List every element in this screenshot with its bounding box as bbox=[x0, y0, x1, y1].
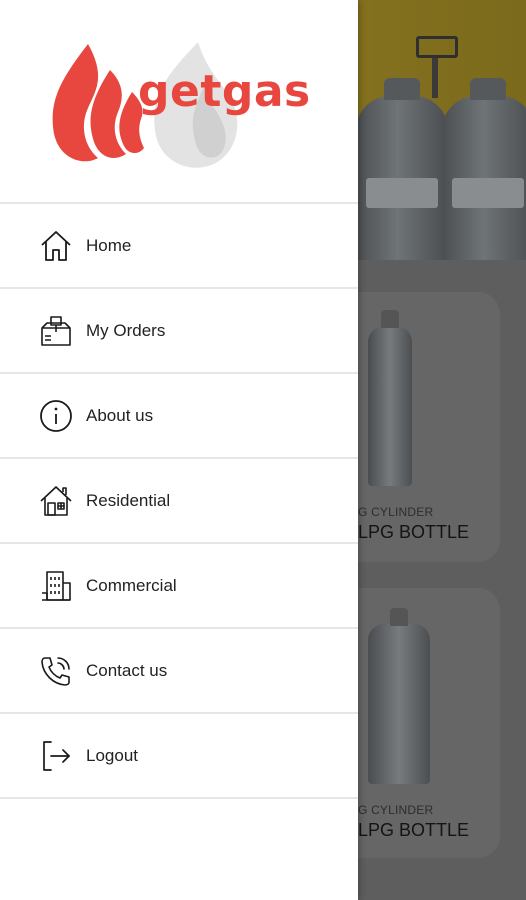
product-title-2: LPG BOTTLE bbox=[358, 820, 470, 840]
menu-item-my-orders[interactable]: My Orders bbox=[0, 289, 358, 374]
brand-name: getgas bbox=[138, 66, 311, 117]
menu-item-home[interactable]: Home bbox=[0, 204, 358, 289]
menu-item-commercial[interactable]: Commercial bbox=[0, 544, 358, 629]
product-category-2: G CYLINDER bbox=[358, 803, 434, 817]
drawer-menu: Home My Orders About us Residential Comm… bbox=[0, 202, 358, 799]
product-cylinder-image-2 bbox=[368, 608, 430, 784]
menu-item-logout[interactable]: Logout bbox=[0, 714, 358, 799]
house-icon bbox=[38, 483, 74, 519]
hero-cylinder-right bbox=[442, 78, 526, 260]
regulator-pipe bbox=[432, 58, 438, 98]
menu-item-label: Residential bbox=[86, 490, 171, 510]
phone-call-icon bbox=[38, 653, 74, 689]
menu-item-about-us[interactable]: About us bbox=[0, 374, 358, 459]
menu-item-label: Contact us bbox=[86, 660, 168, 680]
building-icon bbox=[38, 568, 74, 604]
info-icon bbox=[38, 398, 74, 434]
menu-item-label: My Orders bbox=[86, 320, 166, 340]
hero-cylinder-left bbox=[356, 78, 448, 260]
gas-regulator bbox=[416, 36, 458, 58]
menu-item-label: About us bbox=[86, 405, 154, 425]
home-icon bbox=[38, 228, 74, 264]
product-category-1: G CYLINDER bbox=[358, 505, 434, 519]
logout-icon bbox=[38, 738, 74, 774]
menu-item-label: Home bbox=[86, 235, 132, 255]
getgas-logo: getgas bbox=[48, 34, 318, 174]
product-title-1: LPG BOTTLE bbox=[358, 522, 470, 542]
navigation-drawer: getgas Home My Orders About us Residenti… bbox=[0, 0, 358, 900]
menu-item-label: Commercial bbox=[86, 575, 177, 595]
menu-item-contact-us[interactable]: Contact us bbox=[0, 629, 358, 714]
orders-box-icon bbox=[38, 313, 74, 349]
product-cylinder-image-1 bbox=[368, 310, 412, 486]
menu-item-label: Logout bbox=[86, 745, 138, 765]
menu-item-residential[interactable]: Residential bbox=[0, 459, 358, 544]
